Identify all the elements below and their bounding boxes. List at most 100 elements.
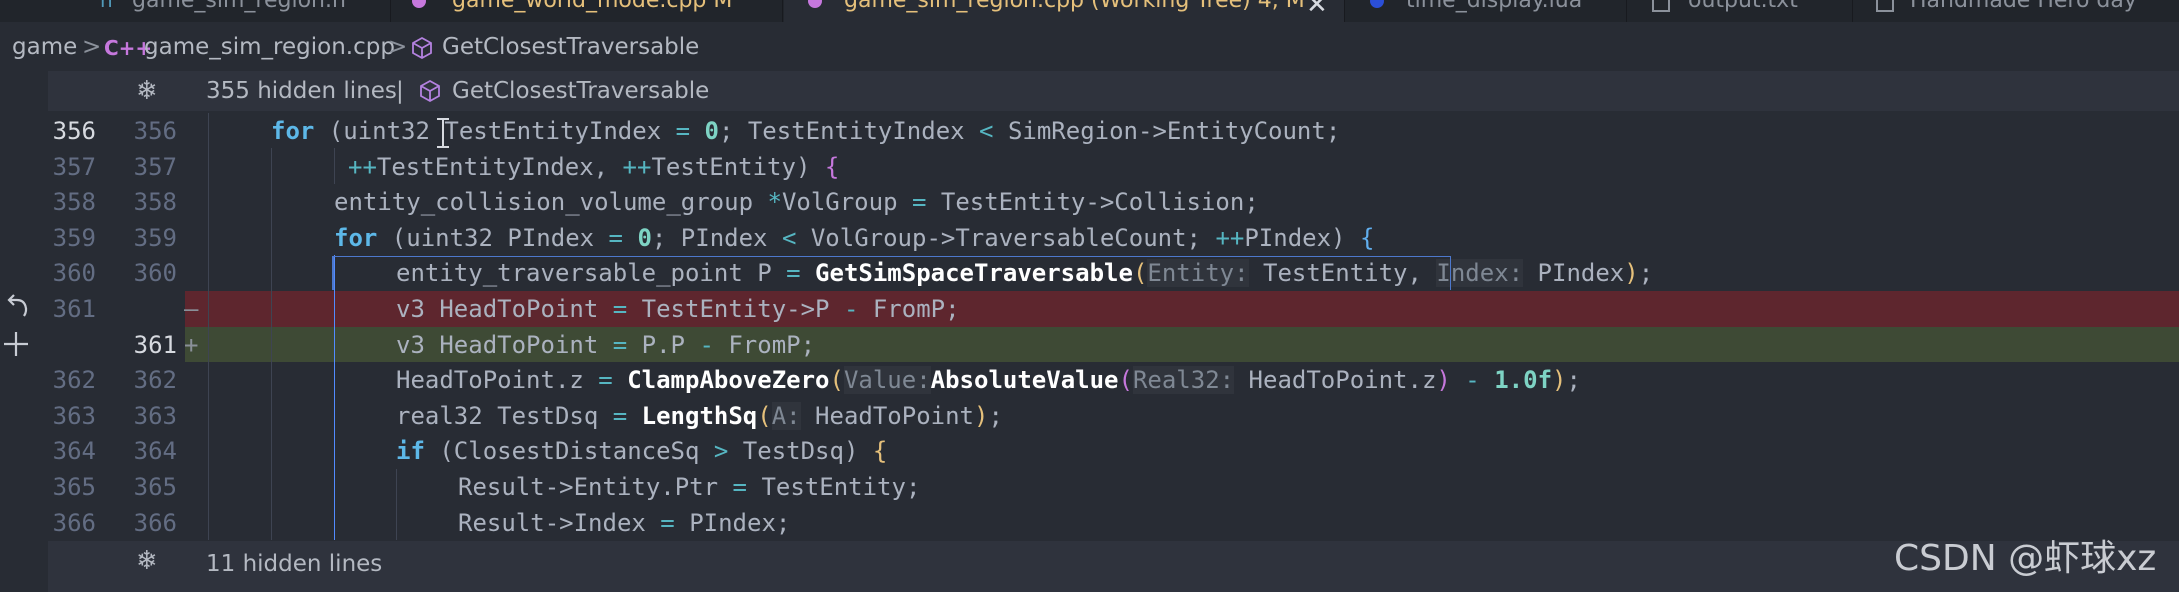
token: ; PIndex [651,223,782,252]
indent-guide [271,148,272,540]
token: if [396,437,425,466]
lua-file-icon [1370,0,1384,8]
inlay-hint: Real32: [1132,366,1235,395]
token: (uint32 PIndex [377,223,609,252]
token: = [732,473,747,501]
token: for [334,223,378,252]
token: ++ [622,152,652,181]
tab-game-sim-region-cpp[interactable]: game_sim_region.cpp (Working Tree) 4, M … [784,0,1345,22]
tab-time-display[interactable]: time_display.lua [1346,0,1627,22]
line-number-original: 362 [52,366,96,395]
token: = [612,401,628,430]
indent-guide [396,469,397,540]
tab-bar: h game_sim_region.h game_world_mode.cpp … [0,0,2179,22]
tab-label: game_sim_region.cpp (Working Tree) 4, M [844,0,1305,13]
token: HeadToPoint.z [1234,366,1437,395]
token: AbsoluteValue [930,366,1119,395]
token: LengthSq [641,401,758,430]
text-cursor-icon [442,118,444,148]
close-icon[interactable]: ✕ [1306,0,1328,20]
breadcrumb-file[interactable]: game_sim_region.cpp [144,34,395,60]
line-number-modified: 365 [133,473,177,501]
line-number-modified: 356 [133,117,177,145]
tab-output-txt[interactable]: output.txt [1628,0,1853,22]
token: - [843,295,859,323]
code-line[interactable]: 357 357 ++TestEntityIndex, ++TestEntity)… [0,149,2179,185]
token: v3 HeadToPoint [396,330,613,359]
snowflake-icon[interactable]: ❄ [136,76,158,106]
watermark: CSDN @虾球xz [1894,538,2157,579]
line-number-original: 364 [52,437,96,466]
cube-icon [410,36,434,66]
token: for [271,117,315,145]
cpp-file-icon: h [100,0,113,12]
token: TestEntity; [747,473,921,501]
tab-game-world-mode[interactable]: game_world_mode.cpp M [392,0,783,22]
token: SimRegion->EntityCount; [993,117,1341,145]
code-line[interactable]: 363 363 real32 TestDsq = LengthSq(A: Hea… [0,398,2179,434]
code-line-deleted[interactable]: 361 — v3 HeadToPoint = TestEntity->P - F… [0,291,2179,327]
token: = [612,330,628,359]
token: = [660,508,675,537]
selection-box-left [332,256,334,290]
token: TestEntity->Collision; [926,188,1259,217]
token: ( [1118,366,1133,395]
token: ) [1624,259,1639,288]
tab-label: time_display.lua [1406,0,1583,13]
token: ( [1132,259,1148,288]
token: entity_traversable_point P [396,259,787,288]
code-line[interactable]: 362 362 HeadToPoint.z = ClampAboveZero(V… [0,362,2179,398]
breadcrumb-symbol[interactable]: GetClosestTraversable [442,34,699,60]
cursor-top [437,118,449,120]
stage-plus-icon[interactable] [2,328,30,364]
token: ; [1638,259,1654,288]
tab-label: output.txt [1688,0,1798,13]
code-line[interactable]: 359 359 for (uint32 PIndex = 0; PIndex <… [0,220,2179,256]
file-icon [1652,0,1670,12]
revert-icon[interactable] [4,294,30,328]
code-line[interactable]: 364 364 if (ClosestDistanceSq > TestDsq)… [0,433,2179,469]
fold-symbol: GetClosestTraversable [452,78,710,104]
code-line[interactable]: 366 366 Result->Index = PIndex; [0,505,2179,541]
indent-guide-active [334,255,335,540]
separator: | [396,78,404,104]
token: TestEntity->P [627,295,844,323]
breadcrumb: game > C++ game_sim_region.cpp > GetClos… [0,24,2179,70]
tab-game-sim-region-h[interactable]: h game_sim_region.h [60,0,391,22]
code-line[interactable]: 356 356 for (uint32 TestEntityIndex = 0;… [0,113,2179,149]
token: = [911,188,927,217]
hidden-lines-fold-bottom[interactable]: ❄ 11 hidden lines [48,541,2179,592]
token: FromP; [713,330,816,359]
token: = [598,366,613,395]
code-line[interactable]: 358 358 entity_collision_volume_group *V… [0,184,2179,220]
code-text: entity_traversable_point P = GetSimSpace… [396,259,1654,288]
token: < [979,117,994,145]
line-number-original: 365 [52,473,96,501]
breadcrumb-folder[interactable]: game [12,34,77,60]
line-number-original: 359 [52,223,96,252]
line-number-original: 357 [52,152,96,181]
tab-label: game_world_mode.cpp M [452,0,733,13]
code-line[interactable]: 360 360 entity_traversable_point P = Get… [0,255,2179,291]
token: TestEntity) [651,152,825,181]
token: Result->Entity.Ptr [458,473,733,501]
snowflake-icon[interactable]: ❄ [136,546,158,576]
hidden-lines-fold-top[interactable]: ❄ 355 hidden lines | GetClosestTraversab… [48,71,2179,111]
token: ++ [348,152,377,181]
token: v3 HeadToPoint [396,295,613,323]
code-line-added[interactable]: 361 + v3 HeadToPoint = P.P - FromP; [0,326,2179,363]
token: ( [829,366,844,395]
token: { [872,437,888,466]
token: - [1450,366,1495,395]
token: GetSimSpaceTraversable [815,259,1133,288]
token: TestDsq) [728,437,873,466]
token: VolGroup [781,188,912,217]
token: ; [988,401,1003,430]
code-line[interactable]: 365 365 Result->Entity.Ptr = TestEntity; [0,469,2179,505]
tab-handmade-hero-day[interactable]: Handmade Hero day [1854,0,2179,22]
line-number-modified: 358 [133,188,177,217]
code-text: Result->Entity.Ptr = TestEntity; [458,473,920,501]
line-number-modified: 363 [133,401,177,430]
token: HeadToPoint [800,401,974,430]
